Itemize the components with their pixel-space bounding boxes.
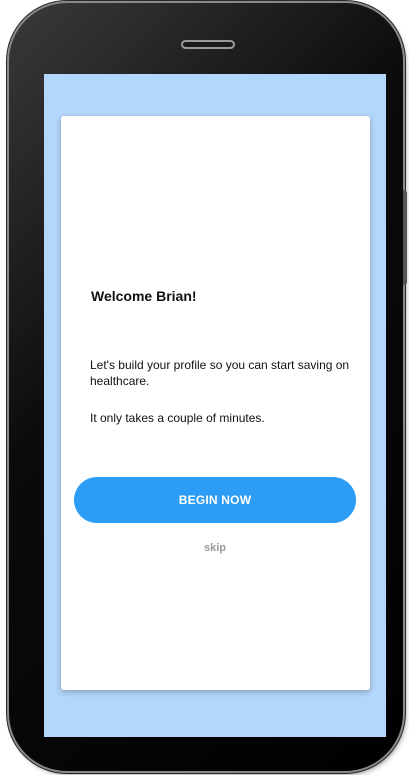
- onboarding-card: Welcome Brian! Let's build your profile …: [61, 116, 370, 690]
- begin-now-button[interactable]: BEGIN NOW: [74, 477, 356, 523]
- phone-earpiece: [181, 40, 235, 49]
- skip-link[interactable]: skip: [74, 542, 356, 554]
- phone-side-button: [403, 190, 407, 285]
- duration-text: It only takes a couple of minutes.: [90, 411, 265, 425]
- intro-text: Let's build your profile so you can star…: [90, 358, 350, 388]
- welcome-title: Welcome Brian!: [91, 288, 197, 304]
